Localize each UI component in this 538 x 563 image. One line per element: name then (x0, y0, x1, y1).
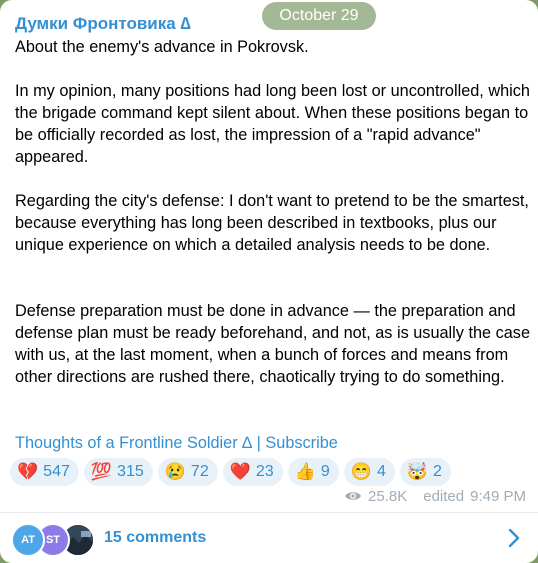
reaction-grinning-face[interactable]: 😁 4 (343, 458, 395, 486)
message-time: 9:49 PM (470, 487, 526, 505)
thumbs-up-icon: 👍 (294, 462, 316, 481)
subscribe-link[interactable]: Subscribe (265, 434, 337, 452)
post-paragraph-1: About the enemy's advance in Pokrovsk. (15, 38, 309, 56)
reaction-red-heart[interactable]: ❤️ 23 (222, 458, 283, 486)
message-bubble: Думки Фронтовика ∆ About the enemy's adv… (0, 0, 538, 563)
reaction-exploding-head[interactable]: 🤯 2 (399, 458, 451, 486)
post-paragraph-2: In my opinion, many positions had long b… (15, 82, 530, 166)
reaction-broken-heart[interactable]: 💔 547 (10, 458, 79, 486)
post-paragraph-4: Defense preparation must be done in adva… (15, 302, 531, 386)
reaction-count: 547 (43, 463, 70, 480)
grinning-face-icon: 😁 (350, 462, 372, 481)
reaction-count: 23 (255, 463, 274, 480)
reaction-thumbs-up[interactable]: 👍 9 (287, 458, 339, 486)
exploding-head-icon: 🤯 (406, 462, 429, 481)
post-paragraph-3: Regarding the city's defense: I don't wa… (15, 192, 529, 254)
avatar: AT (11, 523, 45, 557)
edited-label: edited (423, 487, 465, 505)
broken-heart-icon: 💔 (17, 462, 39, 481)
reaction-crying-face[interactable]: 😢 72 (157, 458, 218, 486)
crying-face-icon: 😢 (164, 462, 186, 481)
reaction-hundred[interactable]: 💯 315 (83, 458, 153, 486)
reactions-bar: 💔 547 💯 315 😢 72 ❤️ 23 👍 9 😁 4 🤯 2 (10, 458, 451, 486)
reaction-count: 72 (190, 463, 209, 480)
date-pill: October 29 (262, 2, 376, 30)
eye-icon (345, 492, 362, 500)
chevron-right-icon (508, 528, 520, 548)
channel-name[interactable]: Думки Фронтовика ∆ (15, 14, 191, 34)
signature-separator: | (256, 434, 261, 452)
reaction-count: 9 (320, 463, 330, 480)
hundred-icon: 💯 (90, 462, 113, 481)
reaction-count: 315 (117, 463, 144, 480)
comments-button[interactable]: AT ST 15 comments (0, 513, 538, 563)
reaction-count: 2 (433, 463, 442, 480)
message-meta: 25.8K edited 9:49 PM (344, 486, 526, 506)
comments-count-label: 15 comments (104, 529, 207, 546)
reaction-count: 4 (376, 463, 386, 480)
post-signature: Thoughts of a Frontline Soldier ∆ | Subs… (15, 432, 338, 454)
view-count: 25.8K (368, 487, 408, 505)
channel-link[interactable]: Thoughts of a Frontline Soldier ∆ (15, 434, 252, 452)
red-heart-icon: ❤️ (229, 462, 251, 481)
